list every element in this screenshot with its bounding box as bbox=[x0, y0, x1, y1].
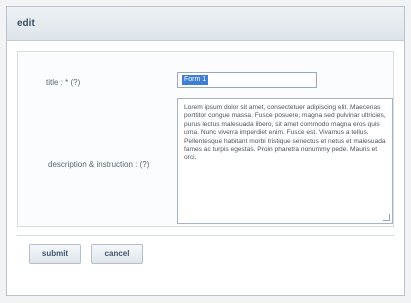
title-input[interactable]: Form 1 bbox=[177, 72, 317, 88]
description-paragraph: Lorem ipsum dolor sit amet, consectetuer… bbox=[184, 104, 386, 137]
description-label: description & instruction : (?) bbox=[48, 160, 150, 169]
title-input-value: Form 1 bbox=[182, 75, 209, 85]
dialog-title-bar: edit bbox=[7, 7, 404, 41]
submit-button[interactable]: submit bbox=[29, 244, 81, 264]
description-textarea[interactable]: Lorem ipsum dolor sit amet, consectetuer… bbox=[177, 98, 393, 224]
cancel-button[interactable]: cancel bbox=[91, 244, 143, 264]
form-panel: title : * (?) Form 1 description & instr… bbox=[17, 51, 394, 227]
resize-grip-icon[interactable] bbox=[383, 214, 390, 221]
description-paragraph: Pellentesque habitant morbi tristique se… bbox=[184, 137, 386, 162]
dialog-title: edit bbox=[17, 18, 35, 29]
title-label: title : * (?) bbox=[46, 78, 81, 87]
edit-dialog: edit title : * (?) Form 1 description & … bbox=[6, 6, 405, 296]
footer-divider bbox=[17, 235, 394, 236]
